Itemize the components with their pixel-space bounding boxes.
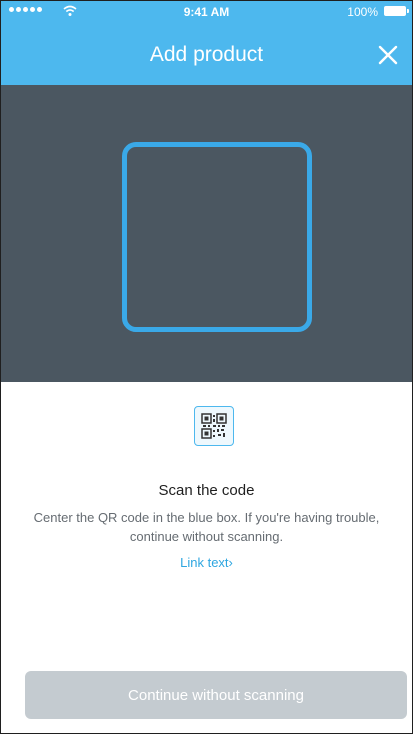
battery-percentage: 100%	[347, 5, 378, 19]
continue-without-scanning-button[interactable]: Continue without scanning	[25, 671, 407, 719]
qr-code-icon	[194, 406, 234, 446]
camera-viewfinder	[1, 85, 412, 382]
battery-icon	[384, 6, 409, 16]
scan-instructions: Scan the code Center the QR code in the …	[1, 382, 412, 733]
help-link[interactable]: Link text›	[1, 555, 412, 570]
top-bar: 9:41 AM 100% Add product	[1, 1, 412, 85]
scan-target-box	[122, 142, 312, 332]
status-bar: 9:41 AM 100%	[1, 1, 412, 23]
scan-heading: Scan the code	[158, 482, 255, 499]
scan-description: Center the QR code in the blue box. If y…	[33, 510, 380, 544]
close-icon[interactable]	[376, 43, 400, 67]
app-screen: 9:41 AM 100% Add product Scan the code C…	[0, 0, 413, 734]
page-title: Add product	[149, 43, 264, 66]
